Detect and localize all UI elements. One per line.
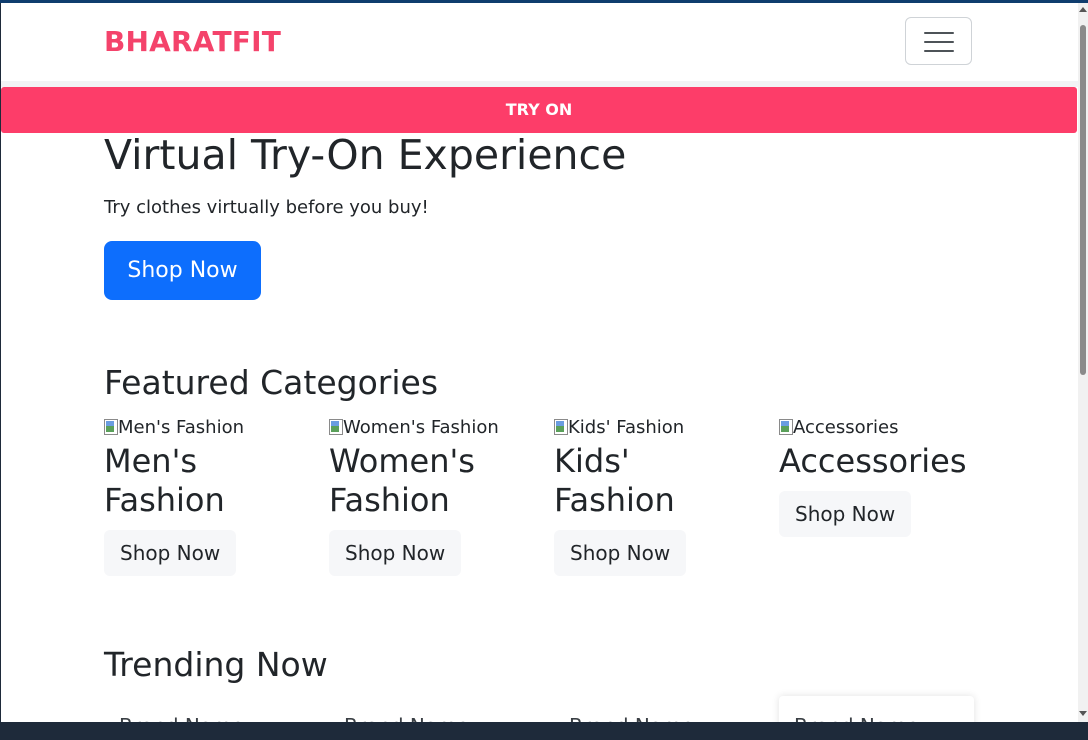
broken-image-icon (554, 419, 568, 435)
product-brand-name: Brand Name (794, 714, 919, 722)
scroll-down-arrow-icon[interactable] (1079, 711, 1087, 716)
product-brand-name: Brand Name (344, 714, 469, 722)
product-brand-name: Brand Name (119, 714, 244, 722)
category-card-womens: Women's Fashion Women's Fashion Shop Now (329, 417, 529, 576)
category-image-mens: Men's Fashion (104, 417, 304, 438)
category-card-mens: Men's Fashion Men's Fashion Shop Now (104, 417, 304, 576)
product-brand-name: Brand Name (569, 714, 694, 722)
scrollbar-thumb[interactable] (1080, 25, 1086, 375)
hero-subtitle: Try clothes virtually before you buy! (104, 197, 429, 218)
navbar: BHARATFIT (1, 3, 1078, 81)
hero-shop-now-button[interactable]: Shop Now (104, 241, 261, 300)
trending-product-card[interactable]: Brand Name (329, 696, 524, 722)
trending-now-title: Trending Now (104, 645, 328, 684)
featured-categories-title: Featured Categories (104, 363, 439, 402)
category-name: Men's Fashion (104, 442, 225, 519)
page-viewport: BHARATFIT TRY ON Virtual Try-On Experien… (1, 3, 1078, 722)
category-card-kids: Kids' Fashion Kids' Fashion Shop Now (554, 417, 754, 576)
category-image-kids: Kids' Fashion (554, 417, 754, 438)
broken-image-icon (779, 419, 793, 435)
menu-toggle-button[interactable] (905, 17, 972, 65)
trending-product-card[interactable]: Brand Name (779, 696, 974, 722)
category-name: Kids' Fashion (554, 442, 675, 519)
trending-product-card[interactable]: Brand Name (554, 696, 749, 722)
scroll-up-arrow-icon[interactable] (1079, 7, 1087, 12)
category-shop-now-button[interactable]: Shop Now (104, 530, 237, 576)
brand-logo[interactable]: BHARATFIT (104, 25, 281, 58)
broken-image-icon (104, 419, 118, 435)
vertical-scrollbar[interactable] (1078, 3, 1088, 722)
try-on-button[interactable]: TRY ON (1, 87, 1077, 133)
category-name: Accessories (779, 442, 967, 480)
category-shop-now-button[interactable]: Shop Now (779, 491, 912, 537)
category-image-accessories: Accessories (779, 417, 979, 438)
category-card-accessories: Accessories Accessories Shop Now (779, 417, 979, 537)
category-shop-now-button[interactable]: Shop Now (554, 530, 687, 576)
hero-title: Virtual Try-On Experience (104, 131, 627, 179)
category-image-womens: Women's Fashion (329, 417, 529, 438)
broken-image-icon (329, 419, 343, 435)
trending-product-card[interactable]: Brand Name (104, 696, 299, 722)
category-name: Women's Fashion (329, 442, 475, 519)
category-shop-now-button[interactable]: Shop Now (329, 530, 462, 576)
window-bottom-edge (0, 722, 1088, 740)
